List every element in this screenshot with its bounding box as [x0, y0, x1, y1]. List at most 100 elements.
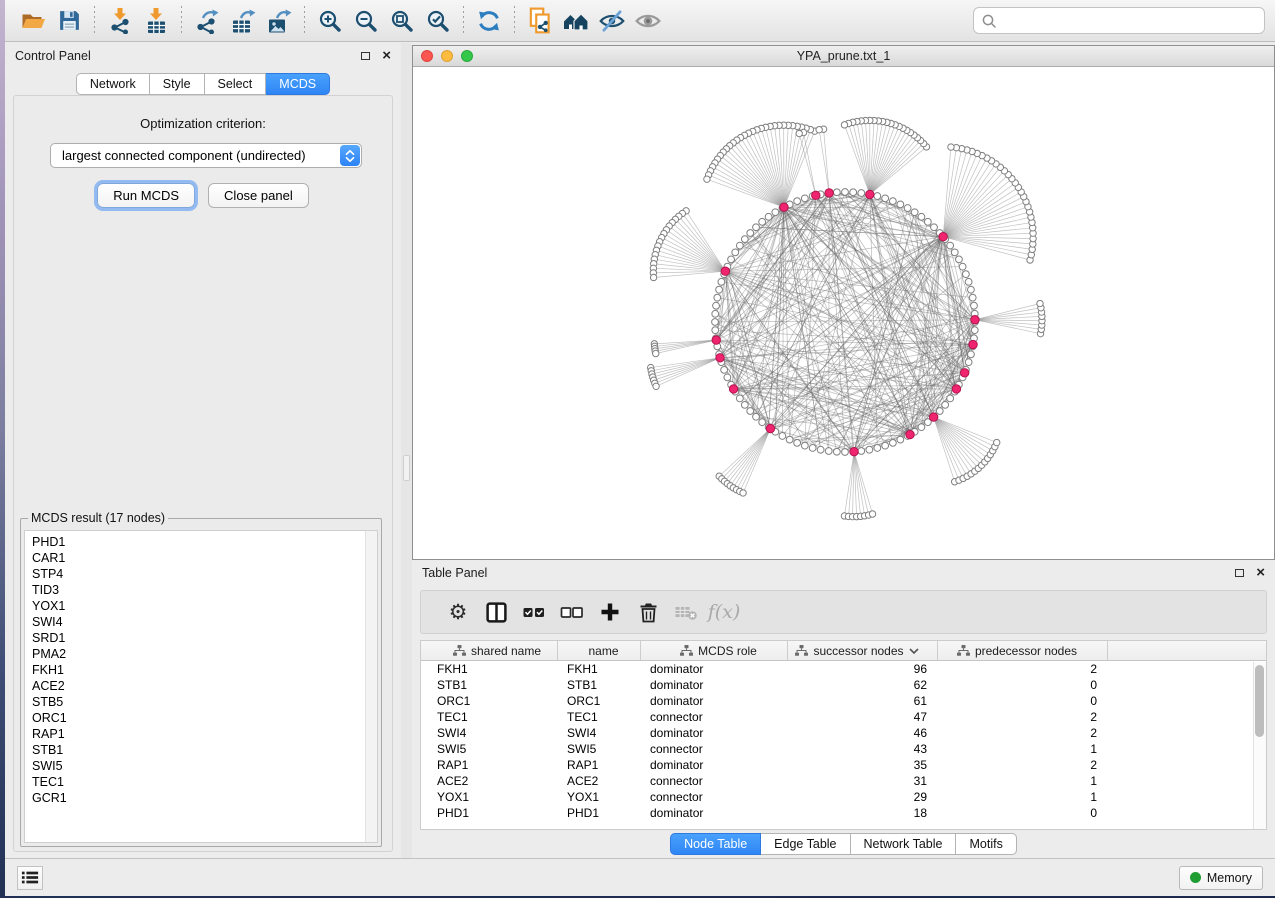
table-row[interactable]: TEC1TEC1connector472: [421, 709, 1266, 725]
table-row[interactable]: ACE2ACE2connector311: [421, 773, 1266, 789]
table-header-row: shared namenameMCDS rolesuccessor nodesp…: [421, 641, 1266, 661]
table-row[interactable]: STB1STB1dominator620: [421, 677, 1266, 693]
fx-icon: f(x): [708, 601, 741, 623]
export-image-button[interactable]: [261, 4, 297, 38]
export-network-button[interactable]: [189, 4, 225, 38]
zoom-selected-button[interactable]: [420, 4, 456, 38]
mcds-result-item[interactable]: CAR1: [32, 550, 377, 566]
zoom-out-button[interactable]: [348, 4, 384, 38]
control-panel: Control Panel × NetworkStyleSelectMCDS O…: [5, 43, 401, 858]
show-all-hidden-button[interactable]: [630, 4, 666, 38]
task-history-button[interactable]: [17, 866, 43, 890]
export-table-icon: [230, 8, 256, 34]
mcds-result-item[interactable]: TEC1: [32, 774, 377, 790]
mcds-result-item[interactable]: SRD1: [32, 630, 377, 646]
tab-style[interactable]: Style: [150, 73, 205, 95]
mcds-result-item[interactable]: SWI4: [32, 614, 377, 630]
column-header-shared-name[interactable]: shared name: [421, 641, 558, 660]
dropdown-stepper-icon: [340, 145, 360, 166]
mcds-result-fieldset: MCDS result (17 nodes) PHD1CAR1STP4TID3Y…: [20, 511, 382, 847]
table-scrollbar[interactable]: [1253, 662, 1266, 829]
import-network-button[interactable]: [102, 4, 138, 38]
control-panel-titlebar: Control Panel ×: [5, 43, 401, 69]
column-header-predecessor-nodes[interactable]: predecessor nodes: [938, 641, 1108, 660]
table-row[interactable]: FKH1FKH1dominator962: [421, 661, 1266, 677]
mcds-result-item[interactable]: YOX1: [32, 598, 377, 614]
memory-status-dot: [1190, 872, 1201, 883]
table-options-button[interactable]: ⚙: [439, 594, 477, 630]
show-nested-networks-button[interactable]: [558, 4, 594, 38]
eye-slash-icon: [598, 8, 626, 34]
select-all-icon: [522, 601, 546, 623]
splitter-grip[interactable]: [403, 455, 410, 481]
run-mcds-button[interactable]: Run MCDS: [97, 183, 195, 208]
mcds-result-item[interactable]: PMA2: [32, 646, 377, 662]
mcds-result-item[interactable]: GCR1: [32, 790, 377, 806]
zoom-fit-icon: [389, 8, 415, 34]
import-table-button[interactable]: [138, 4, 174, 38]
table-scrollbar-thumb[interactable]: [1255, 665, 1264, 737]
deselect-all-rows-button[interactable]: [553, 594, 591, 630]
table-tabs: Node TableEdge TableNetwork TableMotifs: [412, 833, 1275, 855]
column-header-successor-nodes[interactable]: successor nodes: [788, 641, 938, 660]
network-window: YPA_prune.txt_1: [412, 45, 1275, 560]
tab-mcds[interactable]: MCDS: [266, 73, 330, 95]
column-header-name[interactable]: name: [558, 641, 641, 660]
tab-network-table[interactable]: Network Table: [851, 833, 957, 855]
table-row[interactable]: SWI5SWI5connector431: [421, 741, 1266, 757]
zoom-in-button[interactable]: [312, 4, 348, 38]
delete-column-button[interactable]: [629, 594, 667, 630]
panel-splitter[interactable]: [401, 43, 412, 858]
table-row[interactable]: PHD1PHD1dominator180: [421, 805, 1266, 821]
mcds-result-item[interactable]: FKH1: [32, 662, 377, 678]
mcds-result-item[interactable]: STB5: [32, 694, 377, 710]
hide-selected-button[interactable]: [594, 4, 630, 38]
new-network-from-selection-button[interactable]: [522, 4, 558, 38]
mcds-result-item[interactable]: ORC1: [32, 710, 377, 726]
close-table-panel-icon[interactable]: ×: [1256, 568, 1265, 578]
tab-edge-table[interactable]: Edge Table: [761, 833, 850, 855]
mcds-result-item[interactable]: STP4: [32, 566, 377, 582]
tab-select[interactable]: Select: [205, 73, 267, 95]
mcds-result-item[interactable]: RAP1: [32, 726, 377, 742]
table-row[interactable]: SWI4SWI4dominator462: [421, 725, 1266, 741]
open-file-button[interactable]: [15, 4, 51, 38]
table-row[interactable]: RAP1RAP1dominator352: [421, 757, 1266, 773]
table-row[interactable]: ORC1ORC1dominator610: [421, 693, 1266, 709]
show-columns-button[interactable]: [477, 594, 515, 630]
mcds-result-item[interactable]: SWI5: [32, 758, 377, 774]
network-view[interactable]: [413, 67, 1274, 559]
export-table-button[interactable]: [225, 4, 261, 38]
search-icon: [981, 13, 997, 29]
main-toolbar: [5, 0, 1275, 42]
search-input[interactable]: [997, 13, 1257, 28]
mcds-result-title: MCDS result (17 nodes): [28, 511, 168, 525]
tab-node-table[interactable]: Node Table: [670, 833, 761, 855]
mcds-result-list[interactable]: PHD1CAR1STP4TID3YOX1SWI4SRD1PMA2FKH1ACE2…: [24, 530, 378, 843]
float-table-panel-icon[interactable]: [1235, 569, 1244, 577]
save-session-button[interactable]: [51, 4, 87, 38]
add-column-button[interactable]: [591, 594, 629, 630]
mcds-result-item[interactable]: TID3: [32, 582, 377, 598]
select-all-rows-button[interactable]: [515, 594, 553, 630]
float-panel-icon[interactable]: [361, 52, 370, 60]
column-header-MCDS-role[interactable]: MCDS role: [641, 641, 788, 660]
mcds-result-item[interactable]: ACE2: [32, 678, 377, 694]
tab-network[interactable]: Network: [76, 73, 150, 95]
memory-button[interactable]: Memory: [1179, 866, 1263, 890]
zoom-fit-button[interactable]: [384, 4, 420, 38]
plus-icon: [599, 601, 621, 623]
save-floppy-icon: [57, 8, 82, 33]
mcds-result-item[interactable]: PHD1: [32, 534, 377, 550]
criterion-dropdown[interactable]: largest connected component (undirected): [50, 143, 362, 168]
close-panel-button[interactable]: Close panel: [208, 183, 309, 208]
search-box[interactable]: [973, 7, 1265, 34]
network-canvas[interactable]: [413, 67, 1274, 559]
mcds-result-item[interactable]: STB1: [32, 742, 377, 758]
open-folder-icon: [20, 9, 47, 33]
mcds-list-scrollbar[interactable]: [365, 531, 377, 842]
tab-motifs[interactable]: Motifs: [956, 833, 1016, 855]
apply-layout-button[interactable]: [471, 4, 507, 38]
table-row[interactable]: YOX1YOX1connector291: [421, 789, 1266, 805]
close-panel-icon[interactable]: ×: [382, 51, 391, 61]
